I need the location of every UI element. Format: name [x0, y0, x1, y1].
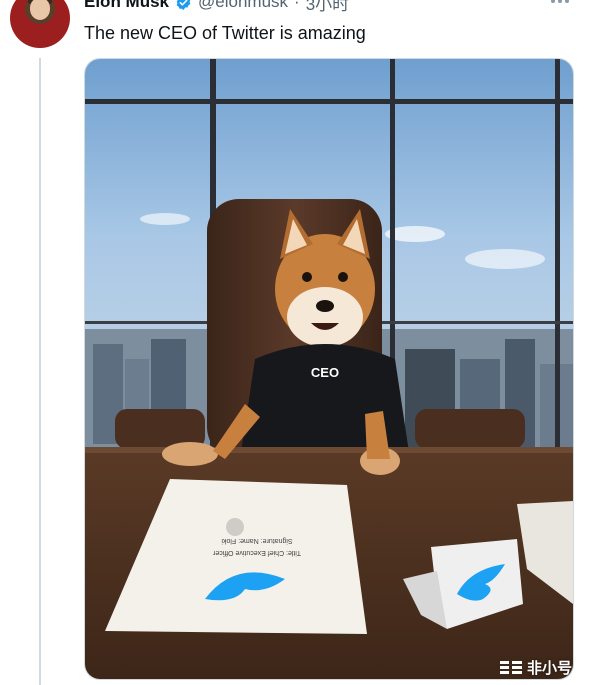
svg-text:Signature: Name: Floki: Signature: Name: Floki — [221, 537, 293, 544]
media-illustration: CEO Signature: Name: Floki Title: Chief … — [85, 59, 573, 679]
watermark: 非小号 — [500, 656, 572, 678]
tweet-timestamp[interactable]: 3小时 — [306, 0, 349, 15]
separator-dot: · — [294, 0, 300, 11]
author-name[interactable]: Elon Musk — [84, 0, 169, 12]
thread-line — [39, 58, 41, 685]
watermark-logo-icon — [500, 661, 522, 674]
avatar[interactable] — [10, 0, 70, 48]
verified-badge-icon — [176, 0, 191, 10]
tweet-header: Elon Musk @elonmusk · 3小时 — [84, 0, 349, 15]
tweet-text: The new CEO of Twitter is amazing — [84, 23, 366, 43]
watermark-text: 非小号 — [527, 659, 573, 677]
more-horizontal-icon[interactable] — [548, 0, 572, 8]
svg-text:Title: Chief Executive Officer: Title: Chief Executive Officer — [212, 549, 301, 556]
avatar-face — [30, 0, 50, 20]
tweet-media-image[interactable]: CEO Signature: Name: Floki Title: Chief … — [84, 58, 574, 680]
ceo-sweater-text: CEO — [311, 365, 339, 380]
author-handle[interactable]: @elonmusk — [198, 0, 288, 12]
